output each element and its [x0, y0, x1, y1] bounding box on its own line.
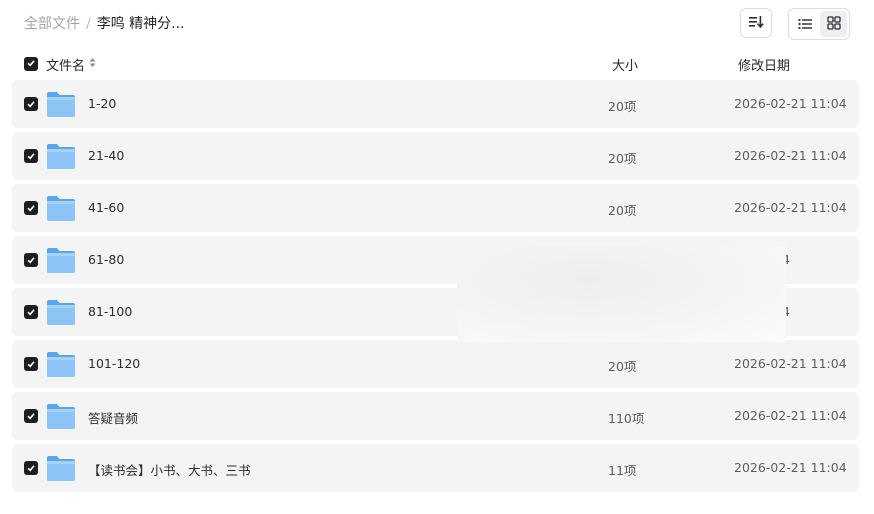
- row-checkbox[interactable]: [24, 97, 38, 111]
- file-size: 20项: [608, 359, 637, 374]
- file-row[interactable]: 答疑音频 110项 2026-02-21 11:04: [12, 392, 859, 440]
- list-view-button[interactable]: [791, 11, 818, 37]
- file-modified-date: 2026-02-21 11:04: [734, 200, 847, 215]
- file-row[interactable]: 【读书会】小书、大书、三书 11项 2026-02-21 11:04: [12, 444, 859, 492]
- file-modified-date: 2026-02-21 11:04: [734, 460, 847, 475]
- file-name[interactable]: 61-80: [88, 252, 124, 267]
- file-name[interactable]: 21-40: [88, 148, 124, 163]
- folder-icon: [46, 193, 76, 223]
- sort-descending-icon: [748, 14, 764, 33]
- checkmark-icon: [26, 357, 36, 372]
- checkmark-icon: [26, 409, 36, 424]
- file-name[interactable]: 1-20: [88, 96, 116, 111]
- column-header-size[interactable]: 大小: [612, 55, 638, 74]
- file-row[interactable]: 1-20 20项 2026-02-21 11:04: [12, 80, 859, 128]
- checkmark-icon: [26, 461, 36, 476]
- file-row[interactable]: 21-40 20项 2026-02-21 11:04: [12, 132, 859, 180]
- folder-icon: [46, 401, 76, 431]
- breadcrumb-root-link[interactable]: 全部文件: [24, 14, 80, 34]
- folder-icon: [46, 297, 76, 327]
- checkmark-icon: [26, 305, 36, 320]
- file-modified-date: 2026-02-21 11:04: [734, 96, 847, 111]
- column-header-name[interactable]: 文件名: [46, 55, 96, 74]
- toolbar: 全部文件 / 李鸣 精神分...: [0, 0, 874, 48]
- file-size: 11项: [608, 463, 637, 478]
- row-checkbox[interactable]: [24, 409, 38, 423]
- breadcrumb: 全部文件 / 李鸣 精神分...: [24, 14, 185, 34]
- breadcrumb-separator: /: [86, 16, 91, 32]
- file-row[interactable]: 41-60 20项 2026-02-21 11:04: [12, 184, 859, 232]
- sort-button[interactable]: [740, 8, 772, 38]
- blurred-overlay: [457, 246, 786, 342]
- file-name[interactable]: 【读书会】小书、大书、三书: [88, 460, 251, 479]
- row-checkbox[interactable]: [24, 253, 38, 267]
- file-modified-date: 2026-02-21 11:04: [734, 408, 847, 423]
- file-list-header: 文件名 大小 修改日期: [0, 52, 874, 76]
- folder-icon: [46, 453, 76, 483]
- view-mode-toggle: [788, 8, 850, 40]
- file-row[interactable]: 101-120 20项 2026-02-21 11:04: [12, 340, 859, 388]
- checkmark-icon: [26, 201, 36, 216]
- checkmark-icon: [26, 253, 36, 268]
- folder-icon: [46, 349, 76, 379]
- row-checkbox[interactable]: [24, 201, 38, 215]
- checkmark-icon: [26, 57, 36, 72]
- row-checkbox[interactable]: [24, 357, 38, 371]
- file-name[interactable]: 41-60: [88, 200, 124, 215]
- checkmark-icon: [26, 97, 36, 112]
- grid-view-icon: [826, 15, 841, 34]
- row-checkbox[interactable]: [24, 305, 38, 319]
- file-size: 20项: [608, 151, 637, 166]
- row-checkbox[interactable]: [24, 461, 38, 475]
- file-modified-date: 2026-02-21 11:04: [734, 148, 847, 163]
- folder-icon: [46, 245, 76, 275]
- file-name[interactable]: 101-120: [88, 356, 140, 371]
- list-view-icon: [797, 15, 812, 34]
- row-checkbox[interactable]: [24, 149, 38, 163]
- file-modified-date: 2026-02-21 11:04: [734, 356, 847, 371]
- grid-view-button[interactable]: [820, 11, 847, 37]
- checkmark-icon: [26, 149, 36, 164]
- file-size: 20项: [608, 203, 637, 218]
- column-header-date[interactable]: 修改日期: [738, 55, 790, 74]
- file-size: 110项: [608, 411, 645, 426]
- file-size: 20项: [608, 99, 637, 114]
- folder-icon: [46, 89, 76, 119]
- sort-arrows-icon: [89, 57, 96, 72]
- select-all-checkbox[interactable]: [24, 57, 38, 71]
- folder-icon: [46, 141, 76, 171]
- column-name-label: 文件名: [46, 59, 86, 74]
- file-name[interactable]: 81-100: [88, 304, 132, 319]
- breadcrumb-current-folder: 李鸣 精神分...: [96, 16, 185, 32]
- file-name[interactable]: 答疑音频: [88, 408, 138, 427]
